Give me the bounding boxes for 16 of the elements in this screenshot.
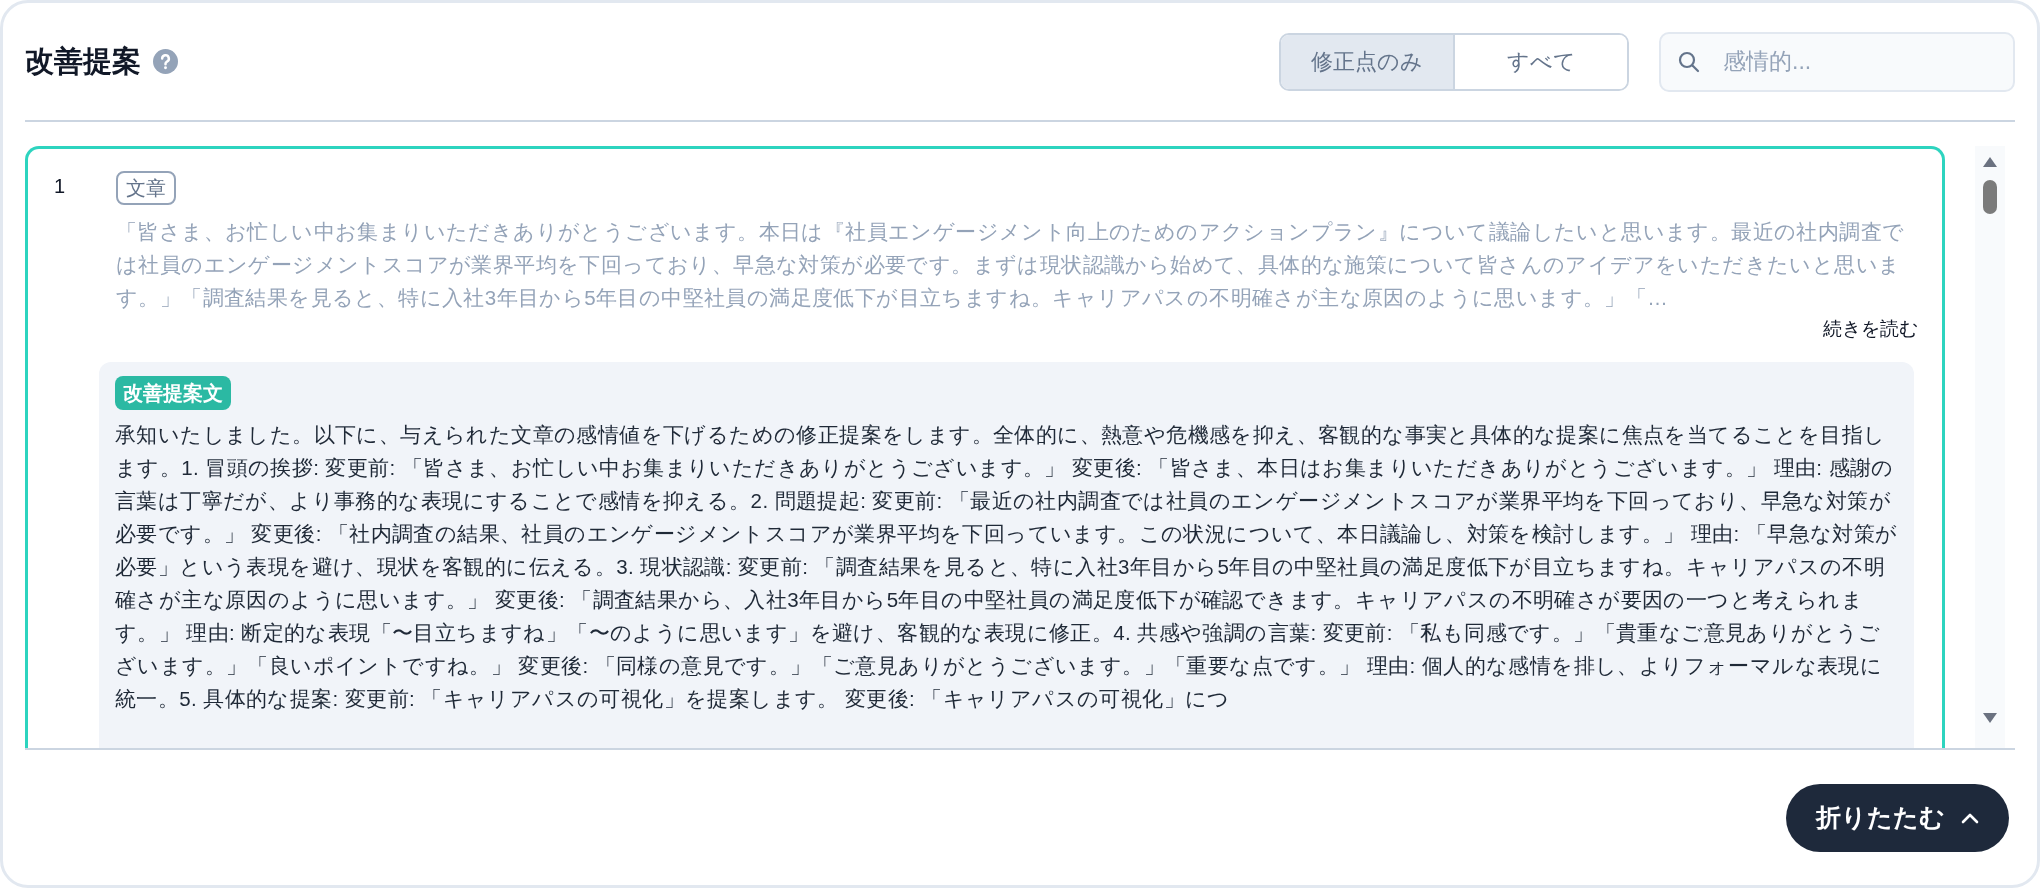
read-more-link[interactable]: 続きを読む [1823,314,1918,344]
tag: 文章 [116,171,176,205]
filter-tab[interactable]: すべて [1453,34,1627,89]
search-field[interactable]: 感情的... [1659,31,2015,92]
item-number: 1 [54,174,67,199]
scroll-up-icon[interactable] [1982,156,1998,168]
filter-tab[interactable]: 修正点のみ [1281,34,1453,89]
suggestion-badge: 改善提案文 [115,376,231,410]
original-text: 「皆さま、お忙しい中お集まりいただきありがとうございます。本日は『社員エンゲージメント向上のためのアクションプラン』について議論したいと思います。最近の社内調査では社員のエンゲージメントスコアが業界平均を下回っており、早急な対策が必要です。まずは現状認識から始めて、具体的な施策について皆さんのアイデアをいただきたいと思います。」「調査結果を見ると、特に入社3年目から5年目の中堅社員の満足度低下が目立ちますね。キャリアパスの不明確さが主な原因のように思います。」「… [116,219,1906,311]
collapse-button[interactable]: 折りたたむ [1786,783,2009,852]
scroll-down-icon[interactable] [1982,712,1998,724]
help-icon[interactable] [153,49,178,74]
scrollbar-thumb[interactable] [1983,180,1997,214]
chevron-up-icon [1961,811,1979,824]
panel-title: 改善提案 [25,43,141,79]
suggestion-text: 承知いたしました。以下に、与えられた文章の感情値を下げるための修正提案をします。全体的に、熱意や危機感を抑え、客観的な事実と具体的な提案に焦点を当てることを目指します。1. 冒頭の挨拶: 変更前: 「皆さま、お忙しい中お集まりいただきありがとうございます。」 変更後: 「皆さま、本日はお集まりいただきありがとうございます。」 理由: 感謝の言葉は丁寧だが、より事務的な表現にすることで感情を抑える。2. 問題提起: 変更前: 「最近の社内調査では社員のエンゲージメントスコアが業界平均を下回っており、早急な対策が必要です。」 変更後: 「社内調査の結果、社員のエンゲージメントスコアが業界平均を下回っています。この状況について、本日議論し、対策を検討します。」 理由: 「早急な対策が必要」という表現を避け、現状を客観的に伝える。3. 現状認識: 変更前: 「調査結果を見ると、特に入社3年目から5年目の中堅社員の満足度低下が目立ちますね。キャリアパスの不明確さが主な原因のように思います。」 変更後: 「調査結果から、入社3年目から5年目の中堅社員の満足度低下が確認できます。キャリアパスの不明確さが要因の一つと考えられます。」 理由: 断定的な表現「〜目立ちますね」「〜のように思います」を避け、客観的な表現に修正。4. 共感や強調の言葉: 変更前: 「私も同感です。」「貴重なご意見ありがとうございます。」「良いポイントですね。」 変更後: 「同様の意見です。」「ご意見ありがとうございます。」「重要な点です。」 理由: 個人的な感情を排し、よりフォーマルな表現に統一。5. 具体的な提案: 変更前: 「キャリアパスの可視化」を提案します。 変更後: 「キャリアパスの可視化」につ [115,422,1898,712]
